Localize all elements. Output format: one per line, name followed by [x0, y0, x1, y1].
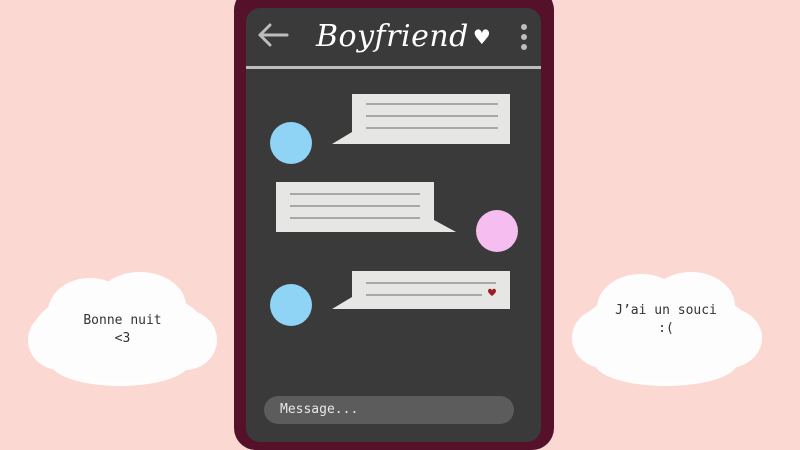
cloud-left: Bonne nuit <3 [20, 262, 220, 392]
message-bubble-shape [276, 182, 456, 232]
chat-header: Boyfriend ♥ [246, 8, 541, 68]
heart-icon: ♥ [472, 25, 492, 49]
menu-button[interactable] [514, 22, 534, 52]
cloud-right-text: J’ai un souci :( [615, 303, 717, 336]
contact-avatar [270, 122, 312, 164]
message-bubble-received [332, 269, 512, 311]
cloud-left-text: Bonne nuit <3 [83, 313, 162, 346]
contact-name-text: Boyfriend [316, 19, 469, 54]
message-bubble-shape [332, 271, 510, 309]
message-bubble-received [332, 92, 512, 148]
contact-name: Boyfriend ♥ [316, 10, 491, 64]
message-bubble-shape [332, 94, 510, 144]
header-divider [246, 66, 541, 69]
arrow-left-icon [258, 23, 289, 47]
message-input[interactable]: Message... [264, 396, 514, 424]
message-bubble-sent [274, 180, 458, 236]
contact-avatar [270, 284, 312, 326]
kebab-menu-icon [521, 24, 527, 50]
cloud-right: J’ai un souci :( [566, 262, 766, 392]
self-avatar [476, 210, 518, 252]
back-button[interactable] [256, 20, 290, 50]
chat-screen: Boyfriend ♥ Message... [246, 8, 541, 442]
